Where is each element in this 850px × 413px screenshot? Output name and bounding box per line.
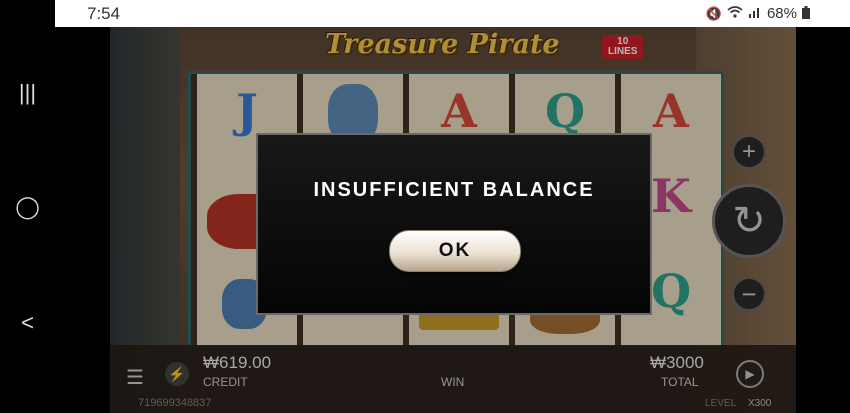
battery-icon: [802, 5, 810, 22]
status-bar: 7:54 🔇 68%: [55, 0, 850, 27]
mute-icon: 🔇: [705, 5, 722, 21]
recent-apps-button[interactable]: |||: [0, 80, 55, 106]
dialog-title: INSUFFICIENT BALANCE: [313, 179, 595, 201]
status-icons: 🔇 68%: [706, 5, 810, 22]
home-icon: ◯: [15, 194, 40, 219]
back-button[interactable]: <: [0, 310, 55, 336]
signal-icon: [748, 6, 762, 21]
insufficient-balance-dialog: INSUFFICIENT BALANCE OK: [256, 133, 652, 315]
ok-button[interactable]: OK: [389, 230, 521, 272]
battery-percent: 68%: [766, 5, 797, 22]
home-button[interactable]: ◯: [0, 194, 55, 220]
back-icon: <: [21, 310, 34, 335]
status-time: 7:54: [87, 4, 121, 23]
wifi-icon: [727, 6, 743, 21]
navigation-bar: ||| ◯ <: [0, 0, 55, 413]
slot-game: Treasure Pirate 10 LINES J A Q A K Q + ↻ …: [110, 27, 796, 413]
recents-icon: |||: [18, 80, 37, 105]
